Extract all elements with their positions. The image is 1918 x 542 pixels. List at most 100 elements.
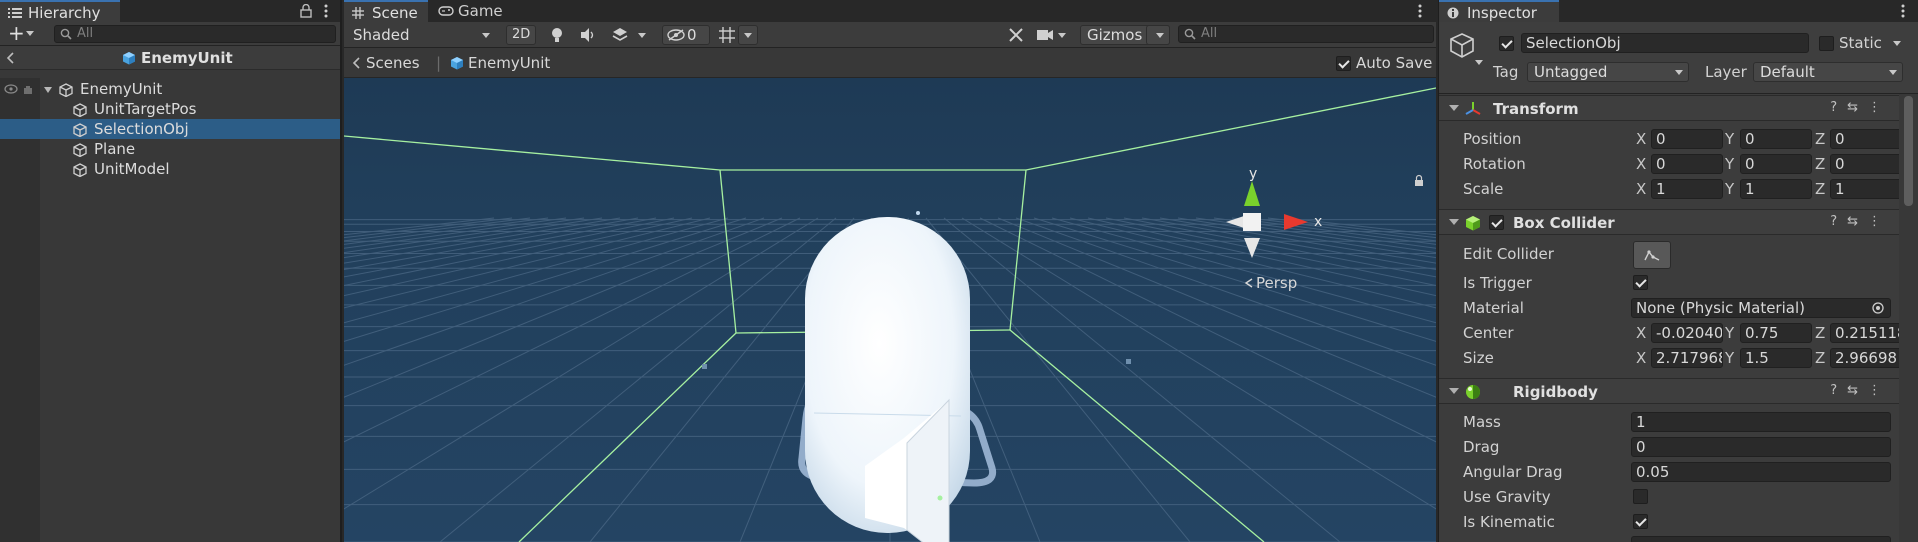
gameobject-name-value: SelectionObj [1526,34,1621,52]
gameobject-cube-icon[interactable] [1449,32,1477,60]
edit-collider-button[interactable] [1633,241,1671,269]
center-y-value: 0.75 [1745,324,1779,342]
rotation-x-input[interactable]: 0 [1651,154,1723,174]
rigidbody-header[interactable]: Rigidbody ?⇆⋮ [1439,378,1899,404]
scale-y-input[interactable]: 1 [1740,179,1812,199]
angular-drag-input[interactable]: 0.05 [1631,462,1891,482]
expand-arrow-icon[interactable] [44,87,52,93]
object-picker-icon[interactable] [1872,302,1884,314]
transform-header[interactable]: Transform ?⇆⋮ [1439,95,1899,121]
layer-dropdown[interactable]: Default [1753,62,1903,82]
back-chevron-icon[interactable] [352,57,360,69]
position-x-input[interactable]: 0 [1651,129,1723,149]
tools-icon[interactable] [1008,27,1024,43]
center-y-input[interactable]: 0.75 [1740,323,1812,343]
kebab-menu-icon[interactable] [1418,4,1422,18]
kebab-menu-icon[interactable] [324,4,328,18]
icon-dropdown-arrow-icon[interactable] [1475,60,1483,65]
use-gravity-checkbox[interactable] [1633,489,1648,504]
size-y-input[interactable]: 1.5 [1740,348,1812,368]
center-z-axis-label: Z [1815,324,1826,342]
center-label: Center [1463,324,1514,342]
inspector-panel: Inspector SelectionObj Static Tag Untagg… [1438,0,1918,542]
back-chevron-icon[interactable] [6,52,14,64]
tab-game[interactable]: Game [430,0,510,22]
component-tools[interactable]: ?⇆⋮ [1830,383,1891,398]
add-button[interactable]: + [8,22,25,44]
scale-x-input[interactable]: 1 [1651,179,1723,199]
size-z-value: 2.96698 [1835,349,1898,367]
is-kinematic-checkbox[interactable] [1633,514,1648,529]
persp-label[interactable]: Persp [1256,274,1297,292]
scene-search-input[interactable]: All [1178,25,1434,43]
grid-snap-icon[interactable] [718,26,736,44]
hierarchy-item[interactable]: Plane [0,139,340,159]
toggle-2d-button[interactable]: 2D [506,25,536,45]
effects-dropdown-arrow-icon[interactable] [638,33,646,38]
rotation-y-input[interactable]: 0 [1740,154,1812,174]
hierarchy-item[interactable]: EnemyUnit [0,79,340,99]
lock-icon[interactable] [300,4,312,18]
camera-icon[interactable] [1036,28,1054,42]
scene-viewport[interactable]: y x Persp [344,78,1436,542]
hierarchy-item[interactable]: UnitTargetPos [0,99,340,119]
list-icon [8,8,22,18]
tab-inspector[interactable]: Inspector [1439,0,1559,22]
layer-value: Default [1760,63,1815,81]
inspector-scrollbar-thumb[interactable] [1904,96,1913,206]
scale-z-axis-label: Z [1815,180,1826,198]
audio-speaker-icon[interactable] [580,27,596,43]
interpolate-dropdown[interactable] [1631,536,1891,542]
gizmos-menu-arrow[interactable] [1146,25,1170,45]
position-z-input[interactable]: 0 [1830,129,1902,149]
hierarchy-search-placeholder: All [77,26,94,41]
hierarchy-search-input[interactable]: All [54,25,336,43]
scale-z-input[interactable]: 1 [1830,179,1902,199]
tab-scene[interactable]: Scene [344,0,428,22]
tag-dropdown[interactable]: Untagged [1527,62,1689,82]
hierarchy-item[interactable]: UnitModel [0,159,340,179]
mass-input[interactable]: 1 [1631,412,1891,432]
breadcrumb-prefab[interactable]: EnemyUnit [468,53,550,73]
gameobject-name-input[interactable]: SelectionObj [1521,33,1809,53]
foldout-arrow-icon[interactable] [1449,219,1459,225]
center-z-input[interactable]: 0.215118 [1830,323,1902,343]
scene-breadcrumb: Scenes | EnemyUnit Auto Save [344,48,1436,78]
scale-label: Scale [1463,180,1504,198]
gameobject-active-checkbox[interactable] [1499,36,1514,51]
effects-icon[interactable] [612,27,628,43]
tab-hierarchy[interactable]: Hierarchy [0,0,120,22]
static-dropdown-arrow-icon[interactable] [1893,41,1901,46]
size-z-input[interactable]: 2.96698 [1830,348,1902,368]
auto-save-checkbox[interactable] [1336,56,1351,71]
component-tools[interactable]: ?⇆⋮ [1830,214,1891,229]
kebab-menu-icon[interactable] [1901,4,1905,18]
drag-label: Drag [1463,438,1500,456]
tab-scene-label: Scene [372,4,418,22]
hierarchy-item[interactable]: SelectionObj [0,119,340,139]
hidden-objects-toggle[interactable]: 0 [662,25,710,45]
foldout-arrow-icon[interactable] [1449,105,1459,111]
box-collider-enabled-checkbox[interactable] [1489,215,1504,230]
box-collider-header[interactable]: Box Collider ?⇆⋮ [1439,209,1899,235]
static-checkbox[interactable] [1819,36,1834,51]
pickable-hand-icon[interactable] [22,83,34,95]
lighting-bulb-icon[interactable] [550,27,564,43]
material-object-field[interactable]: None (Physic Material) [1631,298,1891,318]
drag-input[interactable]: 0 [1631,437,1891,457]
rotation-z-input[interactable]: 0 [1830,154,1902,174]
hierarchy-item-label: SelectionObj [94,120,189,138]
breadcrumb-scenes[interactable]: Scenes [366,53,420,73]
position-y-input[interactable]: 0 [1740,129,1812,149]
visibility-eye-icon[interactable] [4,84,18,94]
camera-dropdown-arrow-icon[interactable] [1058,33,1066,38]
component-tools[interactable]: ?⇆⋮ [1830,100,1891,115]
add-dropdown-arrow-icon[interactable] [26,31,34,36]
scene-render: y x Persp [344,78,1436,542]
foldout-arrow-icon[interactable] [1449,388,1459,394]
grid-dropdown[interactable] [738,25,758,45]
size-x-input[interactable]: 2.717968 [1651,348,1723,368]
draw-mode-dropdown[interactable]: Shaded [346,25,496,45]
center-x-input[interactable]: -0.02040 [1651,323,1723,343]
is-trigger-checkbox[interactable] [1633,275,1648,290]
